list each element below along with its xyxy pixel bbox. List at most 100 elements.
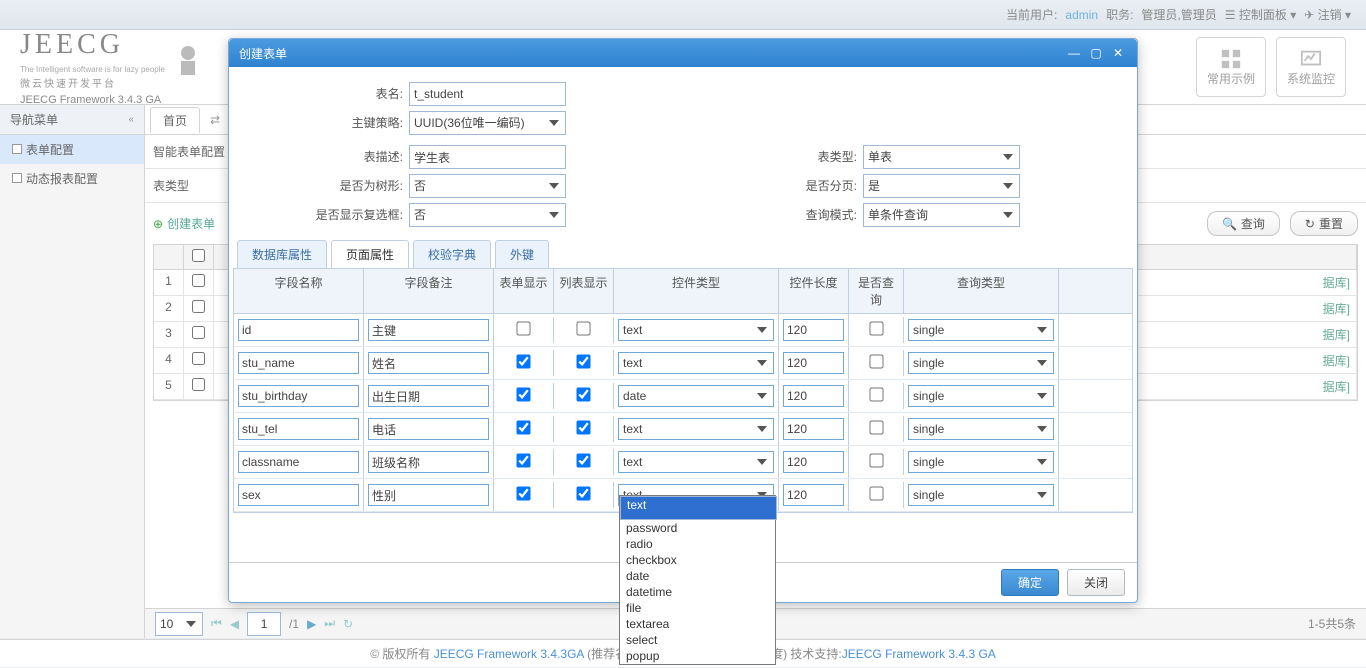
is-query-check[interactable]: [869, 420, 883, 434]
select-all[interactable]: [192, 249, 205, 262]
tile-monitor[interactable]: 系统监控: [1276, 37, 1346, 97]
tab-home[interactable]: 首页: [150, 107, 200, 133]
list-show-check[interactable]: [576, 387, 590, 401]
list-show-check[interactable]: [576, 486, 590, 500]
field-name-input[interactable]: [238, 418, 359, 440]
subtab-fk[interactable]: 外键: [495, 240, 549, 268]
dropdown-option[interactable]: text: [620, 496, 777, 520]
dropdown-option[interactable]: password: [620, 520, 775, 536]
control-len-input[interactable]: [783, 319, 844, 341]
select-is-tree[interactable]: 否: [409, 174, 566, 198]
dropdown-option[interactable]: checkbox: [620, 552, 775, 568]
select-pk-strategy[interactable]: UUID(36位唯一编码): [409, 111, 566, 135]
input-table-name[interactable]: [409, 82, 566, 106]
control-len-input[interactable]: [783, 484, 844, 506]
logout-link[interactable]: ✈ 注销 ▾: [1304, 6, 1351, 23]
control-type-select[interactable]: text: [618, 352, 774, 374]
footer-product[interactable]: JEECG Framework 3.4.3GA: [434, 647, 584, 661]
field-remark-input[interactable]: [368, 418, 489, 440]
current-user[interactable]: admin: [1065, 8, 1098, 22]
subtab-validate[interactable]: 校验字典: [413, 240, 491, 268]
dropdown-option[interactable]: popup: [620, 648, 775, 664]
page-size[interactable]: 10: [155, 612, 203, 636]
field-name-input[interactable]: [238, 352, 359, 374]
is-query-check[interactable]: [869, 354, 883, 368]
subtab-page[interactable]: 页面属性: [331, 240, 409, 268]
control-len-input[interactable]: [783, 418, 844, 440]
list-show-check[interactable]: [576, 354, 590, 368]
field-name-input[interactable]: [238, 451, 359, 473]
label-is-tree: 是否为树形:: [229, 174, 409, 198]
is-query-check[interactable]: [869, 486, 883, 500]
is-query-check[interactable]: [869, 453, 883, 467]
is-query-check[interactable]: [869, 321, 883, 335]
collapse-icon[interactable]: «: [128, 114, 134, 125]
list-show-check[interactable]: [576, 321, 590, 335]
tab-scroll-icon[interactable]: ⇄: [210, 113, 220, 127]
close-icon[interactable]: ✕: [1109, 45, 1127, 61]
field-remark-input[interactable]: [368, 352, 489, 374]
dropdown-option[interactable]: datetime: [620, 584, 775, 600]
list-show-check[interactable]: [576, 420, 590, 434]
sidebar-item-report-config[interactable]: 动态报表配置: [0, 164, 144, 193]
dropdown-option[interactable]: select: [620, 632, 775, 648]
pager-next-icon[interactable]: ▶: [307, 617, 316, 631]
pager-first-icon[interactable]: ⏮: [211, 616, 222, 631]
control-len-input[interactable]: [783, 352, 844, 374]
query-type-select[interactable]: single: [908, 385, 1054, 407]
subtab-db[interactable]: 数据库属性: [237, 240, 327, 268]
select-is-page[interactable]: 是: [863, 174, 1020, 198]
control-panel-link[interactable]: ☰ 控制面板 ▾: [1225, 6, 1296, 23]
select-show-checkbox[interactable]: 否: [409, 203, 566, 227]
pager-prev-icon[interactable]: ◀: [230, 617, 239, 631]
control-len-input[interactable]: [783, 451, 844, 473]
field-name-input[interactable]: [238, 319, 359, 341]
control-type-dropdown[interactable]: textpasswordradiocheckboxdatedatetimefil…: [619, 495, 776, 665]
field-remark-input[interactable]: [368, 319, 489, 341]
form-show-check[interactable]: [516, 453, 530, 467]
dropdown-option[interactable]: textarea: [620, 616, 775, 632]
create-form-button[interactable]: ⊕创建表单: [153, 215, 215, 232]
reset-button[interactable]: ↻重置: [1290, 211, 1358, 236]
field-remark-input[interactable]: [368, 484, 489, 506]
pager-refresh-icon[interactable]: ↻: [343, 617, 353, 631]
select-query-mode[interactable]: 单条件查询: [863, 203, 1020, 227]
dropdown-option[interactable]: date: [620, 568, 775, 584]
tile-examples[interactable]: 常用示例: [1196, 37, 1266, 97]
close-button[interactable]: 关闭: [1067, 569, 1125, 596]
field-remark-input[interactable]: [368, 451, 489, 473]
search-button[interactable]: 🔍查询: [1207, 211, 1280, 236]
form-show-check[interactable]: [516, 321, 530, 335]
footer-support[interactable]: JEECG Framework 3.4.3 GA: [842, 647, 996, 661]
field-remark-input[interactable]: [368, 385, 489, 407]
ok-button[interactable]: 确定: [1001, 569, 1059, 596]
pager-last-icon[interactable]: ⏭: [324, 616, 335, 631]
field-name-input[interactable]: [238, 385, 359, 407]
form-show-check[interactable]: [516, 420, 530, 434]
form-show-check[interactable]: [516, 354, 530, 368]
maximize-icon[interactable]: ▢: [1087, 45, 1105, 61]
form-show-check[interactable]: [516, 387, 530, 401]
field-name-input[interactable]: [238, 484, 359, 506]
control-type-select[interactable]: text: [618, 451, 774, 473]
query-type-select[interactable]: single: [908, 418, 1054, 440]
query-type-select[interactable]: single: [908, 451, 1054, 473]
query-type-select[interactable]: single: [908, 484, 1054, 506]
dropdown-option[interactable]: file: [620, 600, 775, 616]
page-input[interactable]: [247, 612, 281, 636]
sidebar-item-form-config[interactable]: 表单配置: [0, 135, 144, 164]
select-table-type[interactable]: 单表: [863, 145, 1020, 169]
query-type-select[interactable]: single: [908, 352, 1054, 374]
label-query-mode: 查询模式:: [683, 203, 863, 227]
is-query-check[interactable]: [869, 387, 883, 401]
list-show-check[interactable]: [576, 453, 590, 467]
dropdown-option[interactable]: radio: [620, 536, 775, 552]
minimize-icon[interactable]: —: [1065, 45, 1083, 61]
input-desc[interactable]: [409, 145, 566, 169]
query-type-select[interactable]: single: [908, 319, 1054, 341]
control-type-select[interactable]: text: [618, 418, 774, 440]
form-show-check[interactable]: [516, 486, 530, 500]
control-type-select[interactable]: text: [618, 319, 774, 341]
control-len-input[interactable]: [783, 385, 844, 407]
control-type-select[interactable]: date: [618, 385, 774, 407]
